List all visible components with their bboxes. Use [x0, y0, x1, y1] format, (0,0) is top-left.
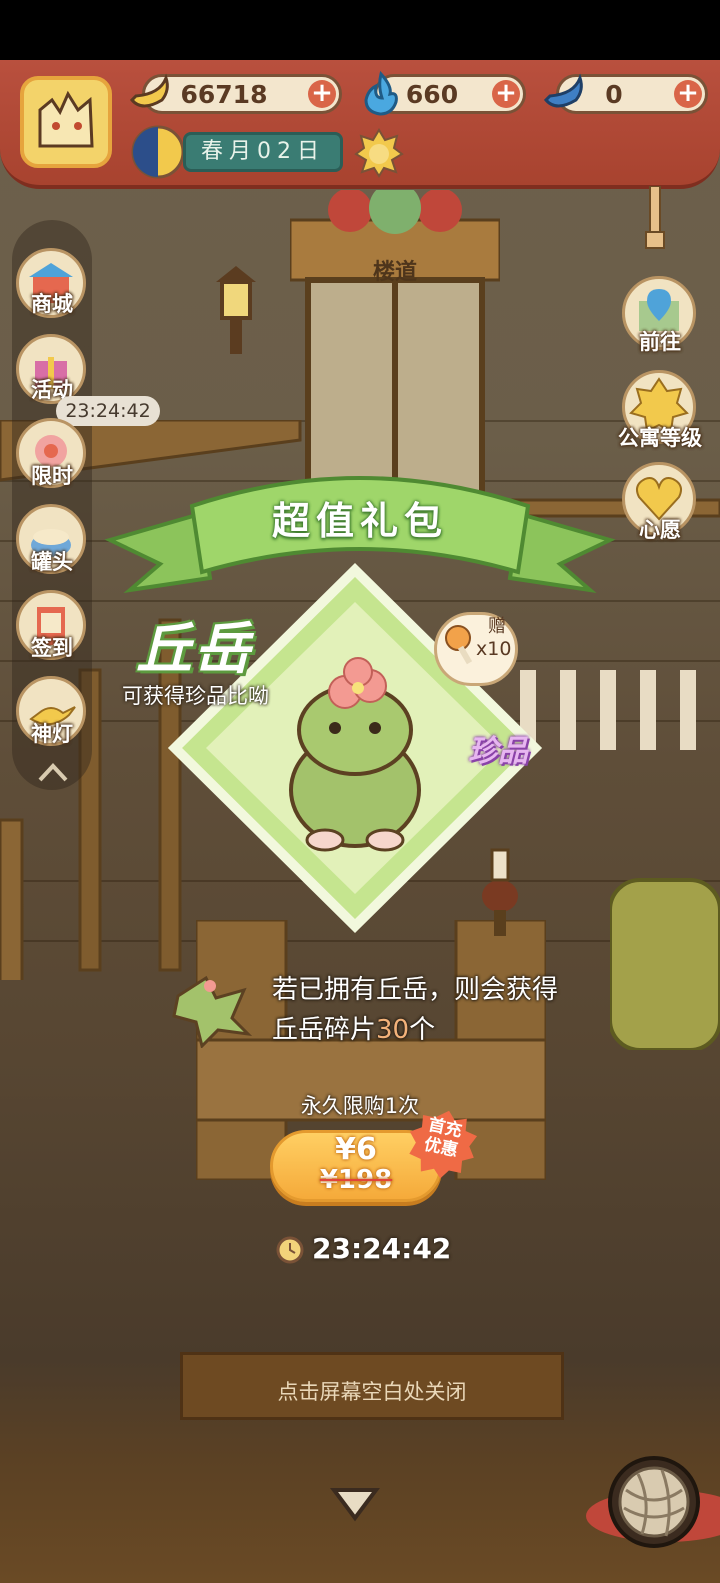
- character-fragment-icon: [172, 972, 253, 1049]
- banana-icon: [126, 70, 172, 116]
- player-avatar[interactable]: [20, 76, 112, 168]
- gift-count: x10: [476, 638, 512, 660]
- go-to-label: 前往: [639, 330, 681, 354]
- popup-title: 超值礼包: [271, 499, 448, 543]
- hallway-sign: 楼道: [372, 260, 417, 285]
- plus-icon[interactable]: +: [674, 80, 702, 108]
- wish-label: 心愿: [639, 518, 681, 542]
- apartment-level-label: 公寓等级: [618, 426, 702, 450]
- description-suffix: 个: [409, 1015, 436, 1045]
- fragment-count: 30: [376, 1015, 410, 1045]
- armchair: [608, 850, 720, 1052]
- shop-label: 商城: [31, 292, 73, 316]
- sun-icon[interactable]: [354, 128, 404, 178]
- day-night-clock-icon: [130, 124, 186, 180]
- original-price: ¥198: [270, 1165, 442, 1195]
- banana-counter[interactable]: 66718 +: [142, 74, 342, 114]
- offer-countdown: 23:24:42: [312, 1232, 452, 1265]
- yarn-ball-icon[interactable]: [608, 1456, 700, 1548]
- fragment-description: 若已拥有丘岳，则会获得 丘岳碎片30个: [272, 970, 558, 1050]
- checkin-label: 签到: [31, 636, 73, 660]
- rarity-tag: 珍品: [468, 734, 528, 769]
- fire-icon: [358, 70, 404, 116]
- down-arrow-icon[interactable]: [330, 1484, 380, 1524]
- description-line-2: 丘岳碎片30个: [272, 1010, 558, 1050]
- status-bar: [0, 0, 720, 60]
- plus-icon[interactable]: +: [308, 80, 336, 108]
- game-date: 春月02日: [183, 132, 343, 172]
- hanging-rope: [640, 185, 670, 250]
- plus-icon[interactable]: +: [492, 80, 520, 108]
- wall-lamp: [210, 262, 262, 358]
- close-hint-text: 点击屏幕空白处关闭: [277, 1380, 467, 1404]
- blue-banana-icon: [540, 70, 586, 116]
- chevron-up-icon[interactable]: [36, 760, 70, 784]
- character-subtitle: 可获得珍品比呦: [122, 684, 269, 708]
- description-prefix: 丘岳碎片: [272, 1015, 377, 1045]
- limited-label: 限时: [31, 464, 73, 488]
- cans-label: 罐头: [31, 550, 73, 574]
- lamp-label: 神灯: [31, 722, 73, 746]
- gift-label: 赠: [488, 616, 506, 637]
- clock-icon: [276, 1236, 304, 1264]
- description-line-1: 若已拥有丘岳，则会获得: [272, 975, 559, 1005]
- original-price-value: ¥198: [319, 1165, 393, 1195]
- character-name: 丘岳: [136, 617, 252, 682]
